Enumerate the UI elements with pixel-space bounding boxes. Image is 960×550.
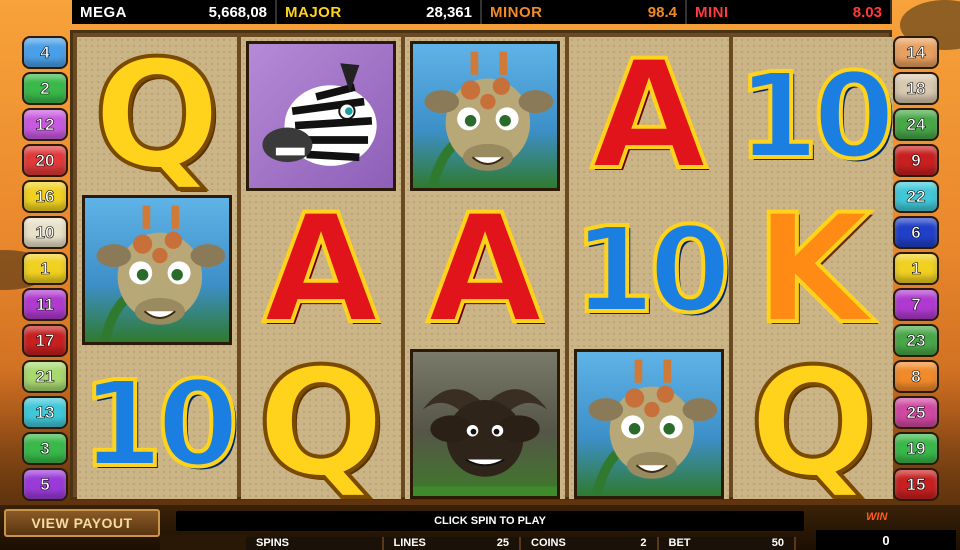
reel-cell: Q [737, 337, 889, 511]
status-message: CLICK SPIN TO PLAY [176, 511, 804, 531]
buffalo-symbol [410, 349, 560, 499]
payline-indicator[interactable]: 1 [22, 252, 68, 285]
card-symbol-q: Q [255, 337, 387, 511]
reel-cell: A [245, 183, 397, 357]
reel-cell [245, 41, 397, 191]
giraffe-symbol [410, 41, 560, 191]
jackpot-value: 5,668,08 [208, 3, 267, 21]
jackpot-value: 8.03 [852, 3, 882, 21]
reel-cell: K [737, 183, 889, 357]
card-symbol-a: A [425, 183, 545, 357]
reel-1: Q 10 [77, 29, 241, 499]
lines-control[interactable]: LINES 25 [383, 537, 521, 550]
bet-controls: SPINS LINES 25 COINS 2 BET 50 [246, 537, 796, 550]
reel-cell: Q [81, 29, 233, 203]
card-symbol-10: 10 [571, 201, 733, 339]
giraffe-symbol [82, 195, 232, 345]
card-symbol-q: Q [747, 337, 879, 511]
coins-value: 2 [640, 537, 647, 549]
jackpot-name: MINOR [490, 3, 543, 21]
card-symbol-a: A [261, 183, 381, 357]
reel-cell: 10 [735, 41, 897, 191]
payline-indicator[interactable]: 19 [893, 432, 939, 465]
card-symbol-k: K [753, 183, 873, 357]
payline-indicator[interactable]: 22 [893, 180, 939, 213]
reel-cell: A [573, 29, 725, 203]
payline-indicator[interactable]: 13 [22, 396, 68, 429]
reel-cell [81, 195, 233, 345]
giraffe-symbol [574, 349, 724, 499]
card-symbol-a: A [589, 29, 709, 203]
reel-5: 10 K Q [733, 37, 897, 511]
payline-indicator[interactable]: 21 [22, 360, 68, 393]
payline-indicator[interactable]: 2 [22, 72, 68, 105]
jackpot-name: MAJOR [285, 3, 342, 21]
lines-label: LINES [393, 537, 426, 549]
card-symbol-q: Q [91, 29, 223, 203]
jackpot-name: MINI [695, 3, 729, 21]
jackpot-mini: MINI 8.03 [687, 0, 892, 24]
spins-control[interactable]: SPINS [246, 537, 384, 550]
payline-indicators-left: 4 2 12 20 16 10 1 11 17 21 13 3 5 [22, 36, 68, 501]
reel-cell [409, 349, 561, 499]
jackpot-major: MAJOR 28,361 [277, 0, 482, 24]
jackpot-minor: MINOR 98.4 [482, 0, 687, 24]
payline-indicator[interactable]: 16 [22, 180, 68, 213]
view-payout-button[interactable]: VIEW PAYOUT [4, 509, 160, 537]
payline-indicator[interactable]: 3 [22, 432, 68, 465]
reel-frame: Q 10 A Q A A 10 10 K Q [70, 29, 897, 511]
reel-cell: 10 [571, 195, 733, 345]
payline-indicator[interactable]: 10 [22, 216, 68, 249]
reel-2: AQ [241, 37, 401, 511]
zebra-symbol [246, 41, 396, 191]
coins-control[interactable]: COINS 2 [521, 537, 659, 550]
lines-value: 25 [496, 537, 509, 549]
bet-control[interactable]: BET 50 [658, 537, 796, 550]
reel-4: A 10 [569, 29, 733, 499]
reel-cell [573, 349, 725, 499]
payline-indicator[interactable]: 25 [893, 396, 939, 429]
payline-indicator[interactable]: 24 [893, 108, 939, 141]
payline-indicator[interactable]: 8 [893, 360, 939, 393]
payline-indicator[interactable]: 6 [893, 216, 939, 249]
reel-cell: 10 [79, 349, 241, 499]
payline-indicator[interactable]: 18 [893, 72, 939, 105]
payline-indicator[interactable]: 5 [22, 468, 68, 501]
payline-indicator[interactable]: 12 [22, 108, 68, 141]
reel-cell [409, 41, 561, 191]
payline-indicator[interactable]: 7 [893, 288, 939, 321]
jackpot-value: 28,361 [426, 3, 472, 21]
bet-label: BET [668, 537, 691, 549]
win-label: WIN [866, 511, 888, 523]
payline-indicators-right: 14 18 24 9 22 6 1 7 23 8 25 19 15 [893, 36, 939, 501]
reel-cell: A [409, 183, 561, 357]
reel-3: A [405, 37, 565, 499]
coins-label: COINS [531, 537, 566, 549]
payline-indicator[interactable]: 23 [893, 324, 939, 357]
payline-indicator[interactable]: 11 [22, 288, 68, 321]
bet-value: 50 [771, 537, 784, 549]
spins-label: SPINS [256, 537, 290, 549]
payline-indicator[interactable]: 15 [893, 468, 939, 501]
win-amount: 0 [816, 530, 956, 550]
jackpot-value: 98.4 [647, 3, 677, 21]
payline-indicator[interactable]: 20 [22, 144, 68, 177]
jackpot-bar: MEGA 5,668,08 MAJOR 28,361 MINOR 98.4 MI… [72, 0, 892, 24]
payline-indicator[interactable]: 17 [22, 324, 68, 357]
payline-indicator[interactable]: 14 [893, 36, 939, 69]
payline-indicator[interactable]: 1 [893, 252, 939, 285]
card-symbol-10: 10 [79, 355, 241, 493]
jackpot-mega: MEGA 5,668,08 [72, 0, 277, 24]
jackpot-name: MEGA [80, 3, 127, 21]
control-spacer [160, 535, 250, 550]
payline-indicator[interactable]: 4 [22, 36, 68, 69]
card-symbol-10: 10 [735, 47, 897, 185]
payline-indicator[interactable]: 9 [893, 144, 939, 177]
reel-cell: Q [245, 337, 397, 511]
